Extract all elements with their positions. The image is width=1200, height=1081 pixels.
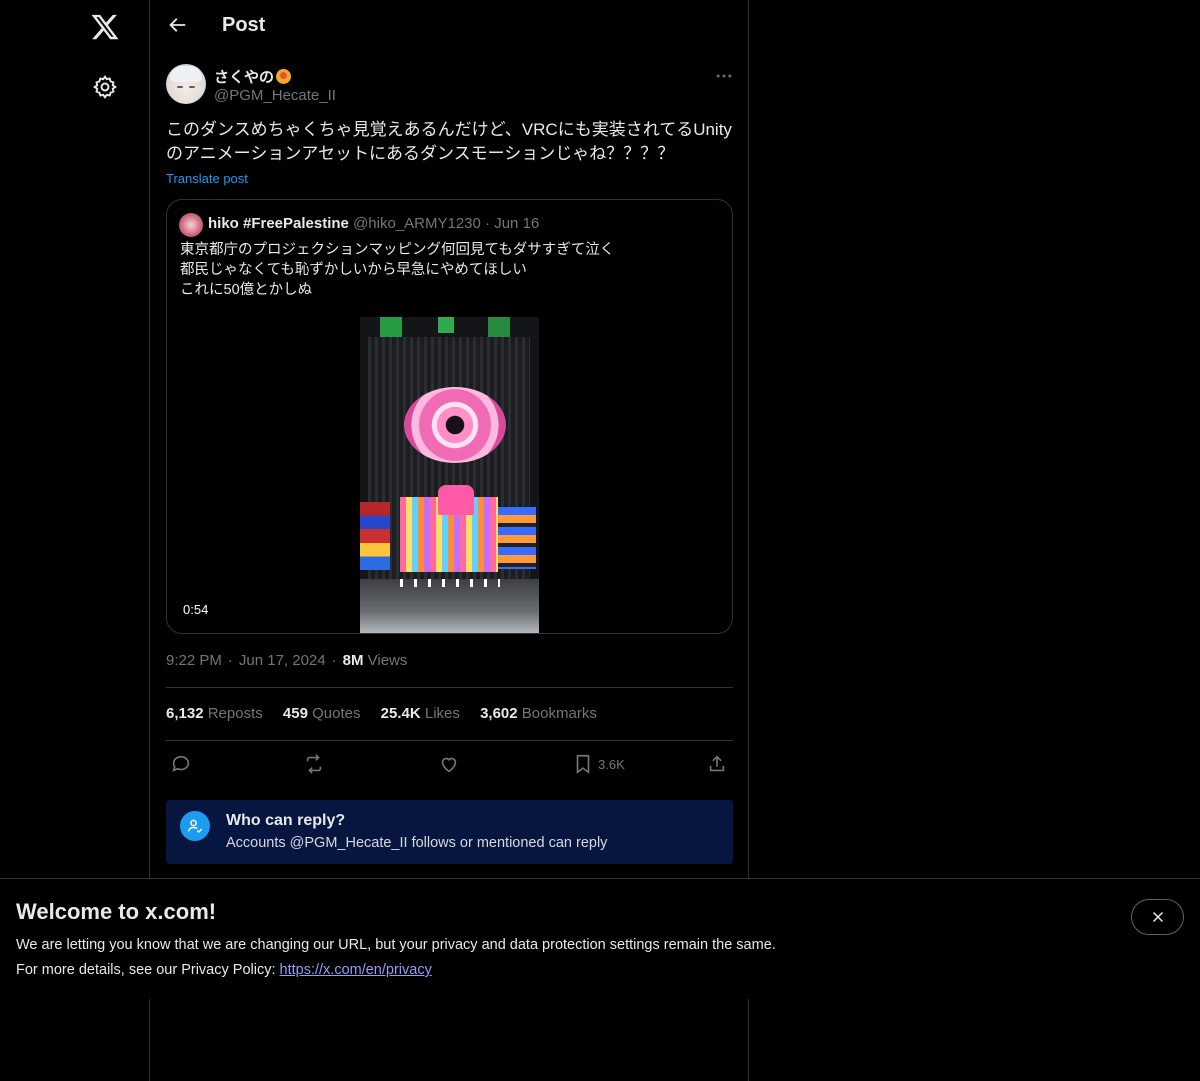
banner-text: We are letting you know that we are chan… — [16, 937, 776, 953]
views-label: Views — [367, 652, 408, 669]
quoted-handle[interactable]: @hiko_ARMY1230 — [353, 215, 481, 232]
separator-dot: · — [485, 215, 491, 232]
divider — [166, 740, 733, 741]
likes-stat[interactable]: 25.4K Likes — [381, 705, 460, 722]
banner-privacy-prefix: For more details, see our Privacy Policy… — [16, 962, 280, 978]
quoted-text-line: 東京都庁のプロジェクションマッピング何回見てもダサすぎて泣く — [180, 242, 615, 258]
reply-icon[interactable] — [170, 752, 192, 776]
emoji-icon — [276, 69, 292, 84]
close-button[interactable] — [1131, 899, 1184, 935]
post-meta: 9:22 PM · Jun 17, 2024 · 8M Views — [166, 652, 408, 669]
banner-privacy-text: For more details, see our Privacy Policy… — [16, 962, 432, 978]
user-check-icon — [180, 811, 210, 841]
likes-count: 25.4K — [380, 705, 421, 722]
video-duration: 0:54 — [179, 600, 213, 619]
quotes-label: Quotes — [312, 705, 361, 722]
reply-restriction-notice: Who can reply? Accounts @PGM_Hecate_II f… — [166, 800, 733, 864]
reply-restriction-description: Accounts @PGM_Hecate_II follows or menti… — [226, 835, 608, 851]
reply-restriction-title: Who can reply? — [226, 812, 346, 829]
translate-post-link[interactable]: Translate post — [166, 171, 248, 186]
post-text: このダンスめちゃくちゃ見覚えあるんだけど、VRCにも実装されてるUnityのアニ… — [166, 120, 732, 163]
quoted-header: hiko #FreePalestine @hiko_ARMY1230 · Jun… — [208, 215, 539, 232]
quoted-text-line: これに50億とかしぬ — [180, 282, 313, 298]
privacy-policy-link[interactable]: https://x.com/en/privacy — [280, 962, 432, 978]
x-logo-icon[interactable] — [90, 12, 120, 42]
close-icon — [1152, 911, 1163, 923]
quoted-name[interactable]: hiko #FreePalestine — [208, 215, 349, 232]
bookmark-icon[interactable]: 3.6K — [572, 752, 625, 776]
action-bar: 3.6K — [166, 752, 733, 776]
more-icon[interactable] — [714, 66, 734, 86]
reposts-stat[interactable]: 6,132 Reposts — [166, 705, 263, 722]
likes-label: Likes — [424, 705, 460, 722]
views-count: 8M — [342, 652, 364, 669]
post-time[interactable]: 9:22 PM — [166, 652, 222, 669]
quotes-count: 459 — [282, 705, 308, 722]
author-name-text[interactable]: さくやの — [214, 69, 274, 86]
divider — [166, 687, 733, 688]
page-title: Post — [222, 14, 266, 36]
video-thumbnail[interactable] — [360, 317, 539, 633]
post-stats: 6,132 Reposts 459 Quotes 25.4K Likes 3,6… — [166, 705, 613, 722]
post-date[interactable]: Jun 17, 2024 — [239, 652, 326, 669]
bookmark-count: 3.6K — [598, 756, 625, 772]
url-change-banner: Welcome to x.com! We are letting you kno… — [0, 878, 1200, 999]
like-icon[interactable] — [438, 752, 460, 776]
repost-icon[interactable] — [303, 752, 325, 776]
reposts-label: Reposts — [207, 705, 263, 722]
quoted-avatar[interactable] — [179, 213, 203, 237]
share-icon[interactable] — [706, 752, 728, 776]
quoted-post[interactable]: hiko #FreePalestine @hiko_ARMY1230 · Jun… — [166, 199, 733, 634]
page-header: Post — [150, 0, 748, 53]
quoted-text: 東京都庁のプロジェクションマッピング何回見てもダサすぎて泣く 都民じゃなくても恥… — [180, 240, 720, 300]
banner-title: Welcome to x.com! — [16, 899, 217, 924]
author-name[interactable]: さくやの — [214, 66, 292, 87]
bookmarks-stat[interactable]: 3,602 Bookmarks — [480, 705, 597, 722]
settings-icon[interactable] — [92, 74, 118, 100]
reposts-count: 6,132 — [166, 705, 204, 722]
quoted-text-line: 都民じゃなくても恥ずかしいから早急にやめてほしい — [180, 262, 527, 278]
post-author: さくやの @PGM_Hecate_II — [166, 64, 734, 108]
quoted-date[interactable]: Jun 16 — [494, 215, 539, 232]
back-arrow-icon[interactable] — [166, 14, 190, 38]
bookmarks-count: 3,602 — [480, 705, 518, 722]
avatar[interactable] — [166, 64, 206, 104]
author-handle[interactable]: @PGM_Hecate_II — [214, 87, 336, 104]
bookmarks-label: Bookmarks — [521, 705, 597, 722]
quotes-stat[interactable]: 459 Quotes — [283, 705, 361, 722]
